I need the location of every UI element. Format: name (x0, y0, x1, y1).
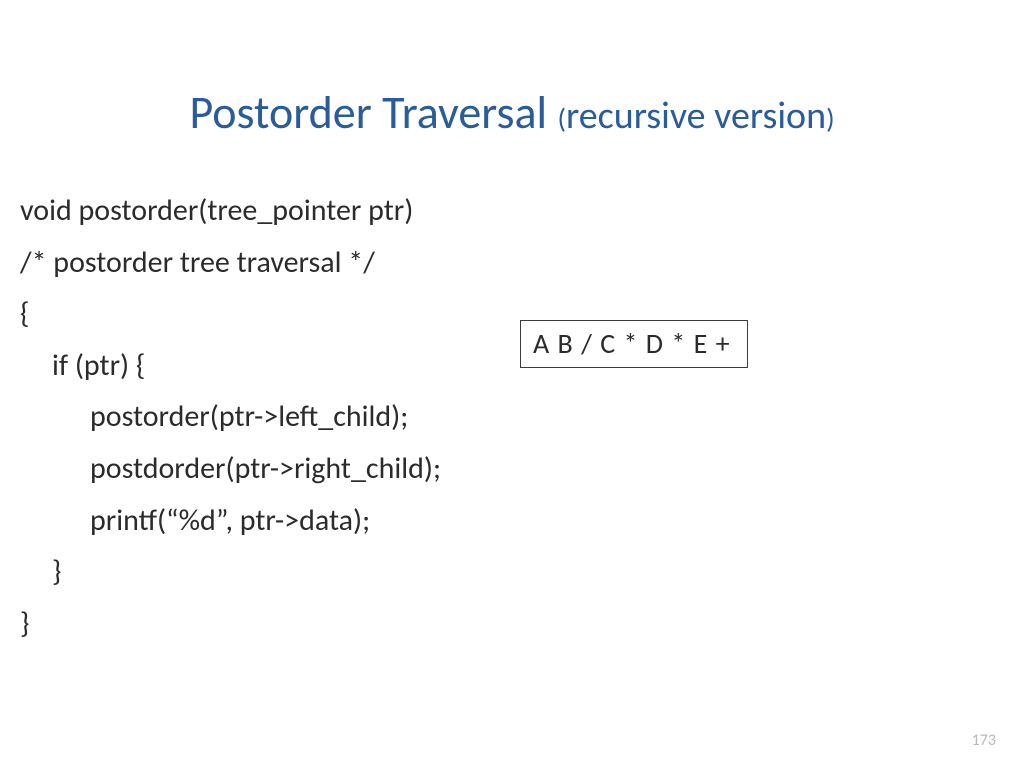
code-block: void postorder(tree_pointer ptr) /* post… (20, 185, 980, 649)
output-box: A B / C * D * E + (520, 320, 748, 368)
title-sub: recursive version (566, 93, 826, 139)
code-line: postorder(ptr->left_child); (20, 391, 980, 443)
code-line: if (ptr) { (20, 340, 980, 392)
code-line: } (20, 598, 980, 650)
code-line: { (20, 288, 980, 340)
code-line: } (20, 546, 980, 598)
slide-title: Postorder Traversal (recursive version) (0, 88, 1024, 139)
code-line: void postorder(tree_pointer ptr) (20, 185, 980, 237)
page-number: 173 (972, 731, 996, 750)
code-line: postdorder(ptr->right_child); (20, 443, 980, 495)
title-close-paren: ) (826, 101, 835, 136)
code-line: printf(“%d”, ptr->data); (20, 495, 980, 547)
title-open-paren: ( (558, 101, 567, 136)
code-line: /* postorder tree traversal */ (20, 237, 980, 289)
title-main: Postorder Traversal (189, 85, 547, 141)
slide: Postorder Traversal (recursive version) … (0, 0, 1024, 768)
